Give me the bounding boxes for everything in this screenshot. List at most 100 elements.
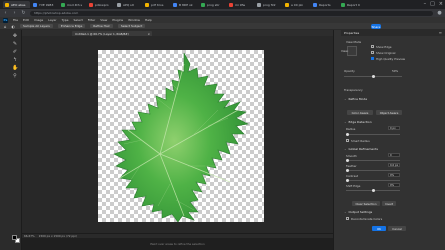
close-tab-icon[interactable]: × [148, 32, 150, 36]
opacity-value[interactable]: 50% [392, 69, 398, 73]
maximize-icon[interactable]: □ [430, 1, 435, 7]
view-mode-thumbnail[interactable] [347, 46, 357, 56]
panel-menu-icon[interactable]: ≡ [439, 30, 442, 35]
menu-item[interactable]: File [13, 18, 18, 22]
browser-tab-label: mi 9fw [235, 2, 246, 7]
canvas-area[interactable] [22, 36, 333, 233]
cancel-button[interactable]: Cancel [388, 226, 406, 231]
browser-tab-label: mod 4th s [67, 2, 83, 7]
menu-item[interactable]: Edit [23, 18, 29, 22]
ok-button[interactable]: OK [372, 226, 386, 231]
url-field[interactable]: https://photoshop.adobe.com [30, 10, 433, 16]
quick-selection-tool-icon[interactable]: ✎ [12, 41, 18, 47]
browser-tab[interactable]: Reports [311, 1, 338, 8]
option-button[interactable]: Sample All Layers [20, 24, 53, 28]
move-tool-icon[interactable]: ✥ [12, 33, 18, 39]
browser-tab[interactable]: prog stir [199, 1, 226, 8]
show-original-label: Show Original [376, 51, 396, 55]
address-bar: ‹ › ↻ https://photoshop.adobe.com ● [0, 9, 445, 17]
decontaminate-label: Decontaminate Colors [351, 217, 383, 221]
close-icon[interactable]: × [439, 1, 443, 7]
artboard[interactable] [98, 50, 264, 222]
hint-text: Paint over areas to refine the selection [150, 242, 205, 246]
high-quality-checkbox[interactable] [371, 57, 374, 60]
brush-tool-icon[interactable]: ✐ [12, 49, 18, 55]
feather-slider-knob[interactable] [346, 169, 349, 172]
browser-tab[interactable]: a 00 pln [283, 1, 310, 8]
decontaminate-checkbox[interactable] [346, 217, 349, 220]
browser-tab[interactable]: pdf trios [143, 1, 170, 8]
invert-button[interactable]: Invert [382, 201, 396, 206]
share-button[interactable]: Share [371, 24, 381, 29]
browser-tab[interactable]: mi 9fw [227, 1, 254, 8]
contrast-input[interactable]: 0% [388, 173, 400, 177]
forward-icon[interactable]: › [12, 10, 17, 16]
hand-tool-icon[interactable]: ✋ [12, 65, 18, 71]
menu-item[interactable]: Image [34, 18, 43, 22]
menu-item[interactable]: Layer [48, 18, 56, 22]
color-aware-button[interactable]: Color Aware [347, 110, 373, 115]
foreground-color-swatch[interactable] [12, 235, 17, 240]
browser-tab[interactable]: B 8DE ok [171, 1, 198, 8]
smooth-input[interactable]: 0 [388, 153, 400, 157]
minimize-icon[interactable]: – [424, 1, 427, 7]
browser-tab[interactable]: AEO abas [3, 1, 30, 8]
menu-item[interactable]: View [100, 18, 107, 22]
home-icon[interactable]: ⌂ [4, 24, 7, 29]
clear-selection-button[interactable]: Clear Selection [352, 201, 380, 206]
browser-tab[interactable]: YVE 9983 [31, 1, 58, 8]
shift-edge-slider[interactable] [346, 189, 400, 192]
contrast-slider[interactable] [346, 179, 400, 182]
menu-item[interactable]: Plugins [112, 18, 123, 22]
profile-icon[interactable]: ● [437, 10, 442, 16]
radius-slider-knob[interactable] [346, 133, 349, 136]
global-refinements-section[interactable]: ⌄ Global Refinements [344, 147, 378, 151]
feather-slider[interactable] [346, 169, 400, 172]
object-aware-button[interactable]: Object Aware [376, 110, 402, 115]
browser-tab-label: pillowpro [95, 2, 109, 7]
browser-tab[interactable]: APQ sit [115, 1, 142, 8]
menu-item[interactable]: Select [74, 18, 83, 22]
smart-radius-checkbox[interactable] [346, 139, 349, 142]
reload-icon[interactable]: ↻ [21, 10, 26, 16]
output-settings-section[interactable]: ⌄ Output Settings [344, 210, 372, 214]
opacity-slider[interactable] [344, 75, 402, 78]
opacity-slider-knob[interactable] [372, 75, 375, 78]
menu-item[interactable]: Help [145, 18, 152, 22]
contrast-slider-knob[interactable] [346, 179, 349, 182]
favicon-icon [341, 2, 345, 7]
favicon-icon [229, 2, 233, 7]
browser-tab[interactable]: Report 9 [339, 1, 366, 8]
browser-tab[interactable]: pillowpro [87, 1, 114, 8]
option-button[interactable]: Enhance Edge [57, 24, 86, 28]
menu-item[interactable]: Type [62, 18, 69, 22]
zoom-tool-icon[interactable]: ⚲ [12, 73, 18, 79]
edge-detection-section[interactable]: ⌄ Edge Detection [344, 120, 372, 124]
favicon-icon [257, 2, 261, 7]
browser-tab[interactable]: prog fldr [255, 1, 282, 8]
radius-slider[interactable] [346, 133, 400, 136]
smart-radius-label: Smart Radius [351, 139, 370, 143]
show-original-checkbox[interactable] [371, 51, 374, 54]
menu-item[interactable]: Filter [88, 18, 95, 22]
favicon-icon [33, 2, 37, 7]
lasso-tool-icon[interactable]: ϟ [12, 57, 18, 63]
refine-mode-section[interactable]: ⌄ Refine Mode [344, 97, 367, 101]
browser-tab[interactable]: mod 4th s [59, 1, 86, 8]
feather-input[interactable]: 0.0 px [388, 163, 400, 167]
brush-size-icon[interactable]: ◐ [12, 24, 16, 29]
high-quality-label: High Quality Preview [376, 57, 406, 61]
view-mode-label: View Mode [346, 40, 362, 44]
shift-edge-input[interactable]: 0% [388, 183, 400, 187]
smooth-slider[interactable] [346, 159, 400, 162]
shift-edge-slider-knob[interactable] [372, 189, 375, 192]
show-edge-checkbox[interactable] [371, 45, 374, 48]
option-button[interactable]: Refine Hair [90, 24, 113, 28]
radius-input[interactable]: 0 px [388, 126, 400, 130]
browser-tab-label: Reports [319, 2, 331, 7]
browser-tab-label: pdf trios [151, 2, 164, 7]
smooth-slider-knob[interactable] [346, 159, 349, 162]
back-icon[interactable]: ‹ [3, 10, 8, 16]
menu-item[interactable]: Window [128, 18, 140, 22]
option-button[interactable]: Select Subject [117, 24, 146, 28]
